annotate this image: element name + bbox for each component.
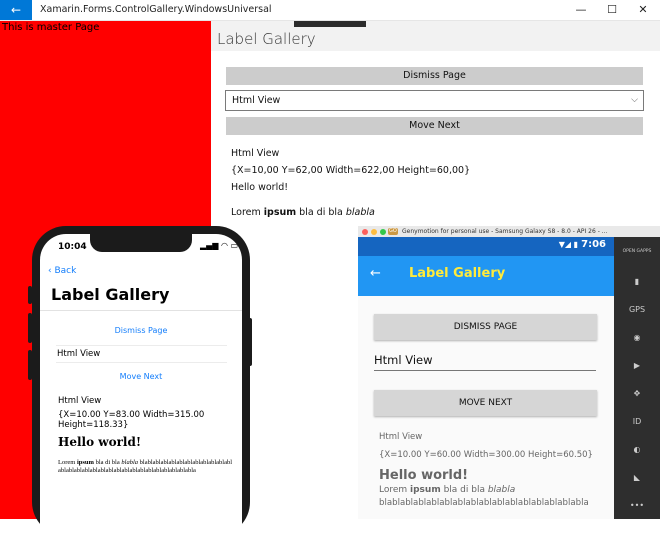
id-icon[interactable]: ID <box>614 417 660 426</box>
ios-label-bounds-line1: {X=10.00 Y=83.00 Width=315.00 <box>58 410 205 420</box>
android-toolbar: ← Label Gallery <box>358 256 614 296</box>
camera-icon[interactable]: ◉ <box>614 333 660 342</box>
android-lorem-italic: blabla <box>487 485 516 495</box>
phone-icon[interactable]: ◐ <box>614 445 660 454</box>
android-status-icons: ▼◢ ▮ <box>558 240 578 249</box>
battery-icon[interactable]: ▮ <box>614 277 660 286</box>
genymotion-side-toolbar: OPEN GAPPS ▮ GPS ◉ ▶ ✥ ID ◐ ◣ ••• <box>614 237 660 519</box>
android-lorem-text: Lorem ipsum bla di bla blabla <box>379 485 515 495</box>
ios-status-time: 10:04 <box>58 242 87 252</box>
ios-html-view-picker[interactable]: Html View <box>56 345 227 363</box>
ios-move-next-button[interactable]: Move Next <box>40 372 242 381</box>
ios-dismiss-page-button[interactable]: Dismiss Page <box>40 326 242 335</box>
android-page-title: Label Gallery <box>409 266 506 281</box>
ios-nav-divider <box>40 310 242 311</box>
android-status-time: 7:06 <box>581 239 606 250</box>
ios-page-title: Label Gallery <box>51 285 170 304</box>
dismiss-page-button[interactable]: Dismiss Page <box>226 67 643 85</box>
android-hello-text: Hello world! <box>379 468 469 483</box>
ios-label-title: Html View <box>58 396 102 406</box>
minimize-dot-icon[interactable] <box>371 229 377 235</box>
ios-lorem-pre: Lorem <box>58 459 77 466</box>
rss-icon[interactable]: ◣ <box>614 473 660 482</box>
ios-status-icons: ▂▄▆ ◠ ▭ <box>200 241 239 250</box>
picker-value: Html View <box>232 95 281 106</box>
android-content: DISMISS PAGE Html View MOVE NEXT Html Vi… <box>358 296 614 519</box>
ios-lorem-mid: bla di bla <box>93 459 122 466</box>
lorem-bold: ipsum <box>263 207 297 218</box>
iphone-notch <box>90 234 192 252</box>
dpad-icon[interactable]: ✥ <box>614 389 660 398</box>
move-next-button[interactable]: Move Next <box>226 117 643 135</box>
detail-header: Label Gallery <box>211 21 660 51</box>
close-dot-icon[interactable] <box>362 229 368 235</box>
android-move-next-button[interactable]: MOVE NEXT <box>374 390 597 416</box>
genymotion-window: GO Genymotion for personal use - Samsung… <box>358 226 660 519</box>
minimize-icon[interactable]: — <box>566 0 596 20</box>
ios-label-bounds-line2: Height=118.33} <box>58 420 129 430</box>
ios-lorem-bold: ipsum <box>76 459 94 466</box>
video-icon[interactable]: ▶ <box>614 361 660 370</box>
hello-text: Hello world! <box>231 182 289 193</box>
label-bounds: {X=10,00 Y=62,00 Width=622,00 Height=60,… <box>231 165 471 176</box>
ios-lorem-text: Lorem ipsum bla di bla blabla blablablab… <box>58 459 234 475</box>
android-dismiss-page-button[interactable]: DISMISS PAGE <box>374 314 597 340</box>
ios-back-button[interactable]: ‹ Back <box>48 266 76 276</box>
ios-lorem-italic: blabla <box>121 459 139 466</box>
chevron-down-icon: ⌵ <box>631 95 638 105</box>
master-page-label: This is master Page <box>2 22 100 33</box>
lorem-mid: bla di bla <box>296 207 346 218</box>
lorem-italic: blabla <box>345 207 375 218</box>
open-gapps-icon[interactable]: OPEN GAPPS <box>614 249 660 254</box>
window-titlebar: ← Xamarin.Forms.ControlGallery.WindowsUn… <box>0 0 660 21</box>
android-label-bounds: {X=10.00 Y=60.00 Width=300.00 Height=60.… <box>379 450 593 460</box>
iphone-frame: 10:04 ▂▄▆ ◠ ▭ ‹ Back Label Gallery Dismi… <box>32 226 250 536</box>
html-view-picker[interactable]: Html View ⌵ <box>225 90 644 111</box>
header-notch <box>294 21 366 27</box>
iphone-screen: 10:04 ▂▄▆ ◠ ▭ ‹ Back Label Gallery Dismi… <box>40 234 242 536</box>
page-title: Label Gallery <box>217 30 316 48</box>
android-lorem-bold: ipsum <box>410 485 441 495</box>
genymotion-logo: GO <box>388 228 398 235</box>
close-icon[interactable]: ✕ <box>628 0 658 20</box>
genymotion-title: Genymotion for personal use - Samsung Ga… <box>402 228 608 235</box>
android-bla-text: blablablablablablablablablablablablablab… <box>379 498 589 508</box>
lorem-pre: Lorem <box>231 207 264 218</box>
genymotion-titlebar: GO Genymotion for personal use - Samsung… <box>358 226 660 237</box>
zoom-dot-icon[interactable] <box>380 229 386 235</box>
android-status-bar: ▼◢ ▮ 7:06 <box>358 237 614 256</box>
window-title: Xamarin.Forms.ControlGallery.WindowsUniv… <box>40 4 272 15</box>
gps-icon[interactable]: GPS <box>614 305 660 314</box>
label-title: Html View <box>231 148 280 159</box>
maximize-icon[interactable]: ☐ <box>597 0 627 20</box>
more-icon[interactable]: ••• <box>614 501 660 510</box>
lorem-text: Lorem ipsum bla di bla blabla <box>231 207 375 218</box>
android-html-view-picker[interactable]: Html View <box>374 353 596 371</box>
android-lorem-mid: bla di bla <box>440 485 488 495</box>
android-label-title: Html View <box>379 432 423 442</box>
android-lorem-pre: Lorem <box>379 485 411 495</box>
back-arrow-icon[interactable]: ← <box>0 0 32 20</box>
ios-hello-text: Hello world! <box>58 435 142 449</box>
android-back-arrow-icon[interactable]: ← <box>370 266 381 281</box>
